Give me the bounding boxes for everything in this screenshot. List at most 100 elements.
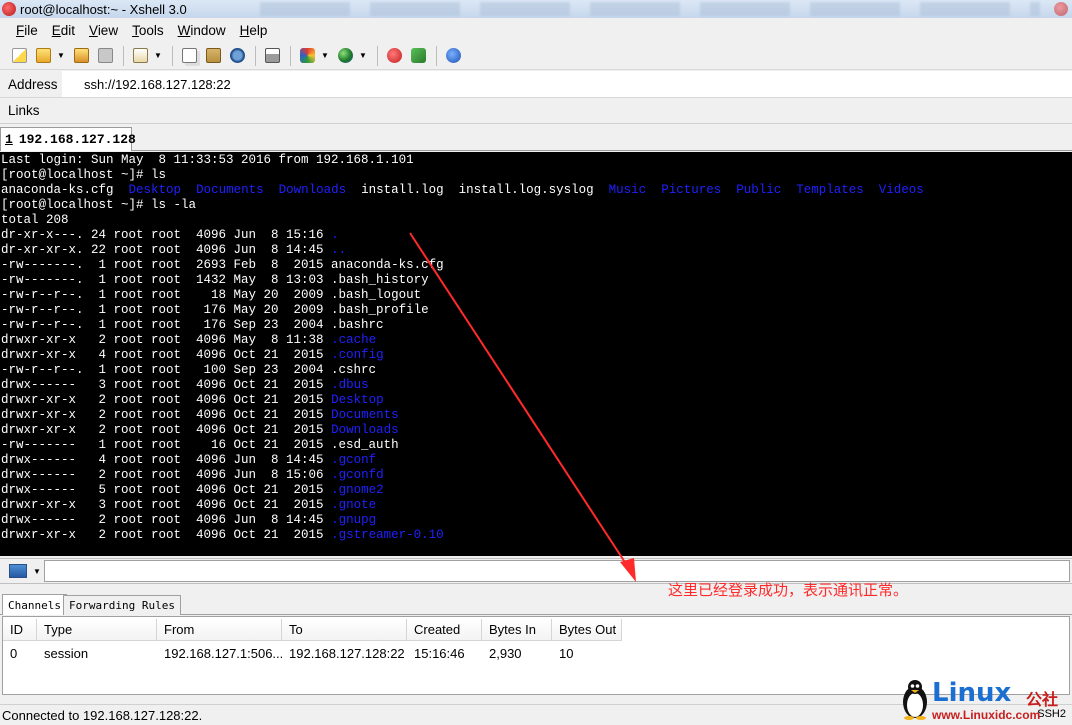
terminal-line: dr-xr-x---. 24 root root 4096 Jun 8 15:1… (1, 228, 1072, 243)
watermark-brand-cn: 公社 (1026, 692, 1059, 709)
color-scheme-dropdown-icon[interactable]: ▼ (320, 45, 330, 67)
menu-file[interactable]: File (9, 23, 45, 38)
column-header-type[interactable]: Type (37, 619, 157, 641)
find-icon[interactable] (226, 45, 248, 67)
cell-type: session (44, 645, 89, 661)
terminal-directory-name: .gconf (331, 453, 377, 467)
watermark-logo: Linux 公社 www.Linuxidc.com (896, 676, 1072, 724)
terminal-text: drwx------ 2 root root 4096 Jun 8 14:45 (1, 513, 332, 527)
color-scheme-icon[interactable] (296, 45, 318, 67)
terminal-line: dr-xr-xr-x. 22 root root 4096 Jun 8 14:4… (1, 243, 1072, 258)
terminal-directory-name: . (331, 228, 339, 242)
terminal-line: -rw-------. 1 root root 1432 May 8 13:03… (1, 273, 1072, 288)
disconnect-icon[interactable] (94, 45, 116, 67)
terminal-directory-name: Desktop (128, 183, 182, 197)
table-header: ID Type From To Created Bytes In Bytes O… (3, 619, 627, 641)
toolbar: ▼ ▼ ▼ ▼ (0, 42, 1072, 70)
terminal-text: total 208 (1, 213, 69, 227)
tux-penguin-icon (903, 680, 927, 720)
terminal-directory-name: Public (736, 183, 782, 197)
toolbar-separator (255, 45, 256, 66)
terminal-line: drwxr-xr-x 3 root root 4096 Oct 21 2015 … (1, 498, 1072, 513)
xftp-icon[interactable] (383, 45, 405, 67)
terminal-text: install.log install.log.syslog (346, 183, 609, 197)
terminal-line: drwx------ 5 root root 4096 Oct 21 2015 … (1, 483, 1072, 498)
toolbar-separator (123, 45, 124, 66)
terminal-directory-name: Downloads (331, 423, 399, 437)
script-icon[interactable] (407, 45, 429, 67)
paste-icon[interactable] (202, 45, 224, 67)
reconnect-icon[interactable] (70, 45, 92, 67)
menu-tools[interactable]: Tools (125, 23, 171, 38)
terminal-directory-name: Downloads (278, 183, 347, 197)
copy-icon[interactable] (178, 45, 200, 67)
column-header-id[interactable]: ID (3, 619, 37, 641)
terminal-text: drwxr-xr-x 3 root root 4096 Oct 21 2015 (1, 498, 332, 512)
terminal-text: drwxr-xr-x 2 root root 4096 May 8 11:38 (1, 333, 332, 347)
column-header-created[interactable]: Created (407, 619, 482, 641)
terminal-line: drwxr-xr-x 4 root root 4096 Oct 21 2015 … (1, 348, 1072, 363)
print-icon[interactable] (261, 45, 283, 67)
column-header-to[interactable]: To (282, 619, 407, 641)
xshell-window: root@localhost:~ - Xshell 3.0 File Edit … (0, 0, 1072, 725)
column-header-bytes-in[interactable]: Bytes In (482, 619, 552, 641)
globe-dropdown-icon[interactable]: ▼ (358, 45, 368, 67)
watermark-url: www.Linuxidc.com (932, 708, 1041, 722)
terminal-directory-name: Pictures (661, 183, 722, 197)
open-dropdown-icon[interactable]: ▼ (56, 45, 66, 67)
links-label[interactable]: Links (8, 103, 40, 118)
address-label: Address (8, 76, 58, 92)
terminal-line: -rw-r--r--. 1 root root 176 Sep 23 2004 … (1, 318, 1072, 333)
table-row[interactable]: 0 session 192.168.127.1:506... 192.168.1… (3, 642, 627, 664)
cell-bytes-out: 10 (559, 645, 574, 661)
cell-from: 192.168.127.1:506... (164, 645, 282, 661)
compose-mode-button[interactable]: ▼ (0, 559, 44, 583)
open-folder-icon[interactable] (32, 45, 54, 67)
toolbar-separator (377, 45, 378, 66)
terminal-line: drwxr-xr-x 2 root root 4096 Oct 21 2015 … (1, 393, 1072, 408)
terminal-line: drwx------ 4 root root 4096 Jun 8 14:45 … (1, 453, 1072, 468)
tab-channels[interactable]: Channels (2, 594, 67, 615)
menu-window[interactable]: Window (171, 23, 233, 38)
terminal-line: anaconda-ks.cfg Desktop Documents Downlo… (1, 183, 1072, 198)
terminal-text: drwxr-xr-x 2 root root 4096 Oct 21 2015 (1, 393, 332, 407)
session-tab-host: 192.168.127.128 (18, 132, 136, 147)
menu-view[interactable]: View (82, 23, 125, 38)
column-header-bytes-out[interactable]: Bytes Out (552, 619, 622, 641)
terminal-text: drwxr-xr-x 2 root root 4096 Oct 21 2015 (1, 423, 332, 437)
terminal-directory-name: Documents (331, 408, 399, 422)
new-session-icon[interactable] (8, 45, 30, 67)
terminal-directory-name: .gnome2 (331, 483, 384, 497)
annotation-text: 这里已经登录成功，表示通讯正常。 (668, 581, 909, 599)
terminal-text: drwx------ 3 root root 4096 Oct 21 2015 (1, 378, 332, 392)
menu-edit[interactable]: Edit (45, 23, 82, 38)
title-bar: root@localhost:~ - Xshell 3.0 (0, 0, 1072, 18)
terminal-directory-name: Desktop (331, 393, 384, 407)
terminal-line: -rw-r--r--. 1 root root 176 May 20 2009 … (1, 303, 1072, 318)
properties-dropdown-icon[interactable]: ▼ (153, 45, 163, 67)
terminal-line: drwx------ 2 root root 4096 Jun 8 15:06 … (1, 468, 1072, 483)
globe-icon[interactable] (334, 45, 356, 67)
menu-help[interactable]: Help (233, 23, 275, 38)
properties-icon[interactable] (129, 45, 151, 67)
address-input[interactable]: ssh://192.168.127.128:22 (62, 71, 1072, 97)
address-bar: Address ssh://192.168.127.128:22 (0, 71, 1072, 98)
help-icon[interactable] (442, 45, 464, 67)
terminal-text: dr-xr-x---. 24 root root 4096 Jun 8 15:1… (1, 228, 332, 242)
column-header-from[interactable]: From (157, 619, 282, 641)
compose-input[interactable] (44, 560, 1070, 582)
terminal-text: -rw-------. 1 root root 2693 Feb 8 2015 … (1, 258, 444, 272)
terminal-text: -rw-r--r--. 1 root root 100 Sep 23 2004 … (1, 363, 377, 377)
close-icon[interactable] (1054, 2, 1068, 16)
session-tab[interactable]: 1 192.168.127.128 (0, 127, 136, 151)
terminal-line: drwx------ 2 root root 4096 Jun 8 14:45 … (1, 513, 1072, 528)
terminal-directory-name: .gconfd (331, 468, 384, 482)
toolbar-separator (290, 45, 291, 66)
terminal-screen[interactable]: Last login: Sun May 8 11:33:53 2016 from… (0, 152, 1072, 556)
terminal-directory-name: .. (331, 243, 347, 257)
tab-forwarding-rules[interactable]: Forwarding Rules (63, 595, 181, 615)
